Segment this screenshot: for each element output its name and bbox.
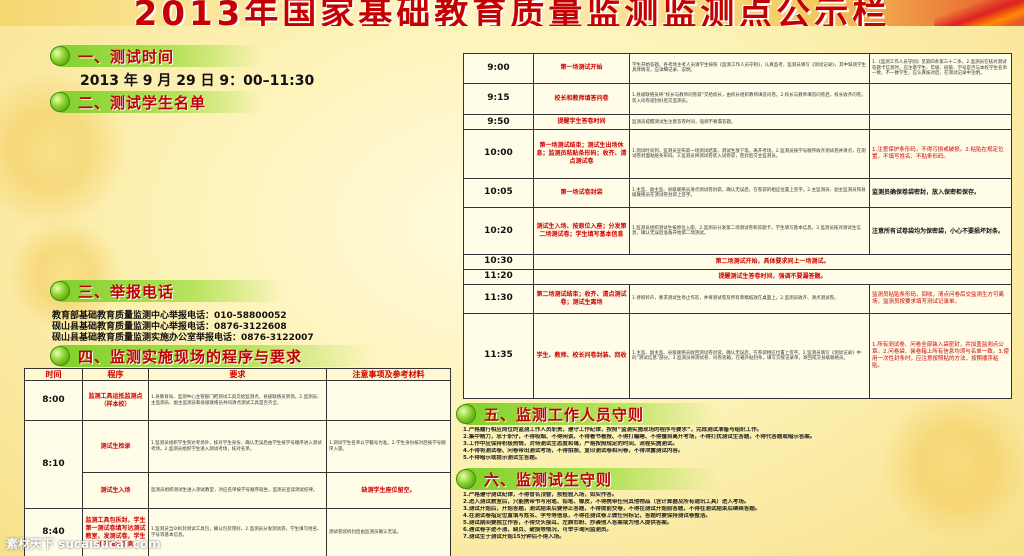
section-heading-hotline: 三、举报电话 (50, 280, 282, 302)
section-heading-procedure: 四、监测实施现场的程序与要求 (50, 345, 372, 367)
section-heading-test-time: 一、测试时间 (50, 45, 262, 67)
table-row: 8:10 测试生检录 1.监测员组织学生到达考场外，核对学生身份，确认无误后由学… (24, 420, 451, 509)
title-banner: 2013年国家基础教育质量监测监测点公示栏 (0, 0, 1024, 26)
page-title: 2013年国家基础教育质量监测监测点公示栏 (133, 0, 891, 26)
list-item: 6.遇试卷字迹不清、缺页、破损等情况，可举手询问监测员。 (463, 527, 612, 533)
table-row: 9:00 第一场测试开始 学生开始答题。各考场主考人员请学生按照《监测工作人员守… (463, 53, 1012, 84)
table-row: 10:30 第二场测试开始，具体要求同上一场测试。 (463, 254, 1012, 270)
list-item: 4.不得将测试卷、问卷带出测试考场，不得拍照、复印测试卷和问卷，不得泄露测试内容… (463, 448, 684, 454)
list-item: 4.在测试卷指定位置填写姓名、学号等信息，不得在测试卷上做任何标记，答题时要保持… (463, 513, 711, 519)
column-header: 要求 (148, 368, 327, 381)
list-item: 1.严格遵守测试纪律，不得冒名顶替，按检验入场，如实作答。 (463, 492, 618, 498)
table-row: 9:15 校长和教师填答问卷 1.县级联络员将“校长与教师问卷袋”交给校长，由校… (463, 82, 1012, 116)
student-rules-list: 1.严格遵守测试纪律，不得冒名顶替，按检验入场，如实作答。 2.进入测试教室后，… (463, 492, 1011, 541)
bullet-icon (456, 404, 476, 424)
procedure-table: 时间 程序 要求 注意事项及参考材料 8:00 监测工具运抵监测点（样本校） 1… (24, 368, 451, 556)
table-row: 10:00 第一场测试结束；测试生出场休息；监测员粘贴条形码；收齐、清点测试卷 … (463, 129, 1012, 179)
list-item: 1.严格履行相应岗位的监测工作人员职责，遵守工作纪律，按照“监测实施现场的程序与… (463, 427, 763, 433)
list-item: 3.测试开始后，开始答题，测试结束后要停止答题，不得提前交卷，不得在测试开始前答… (463, 506, 761, 512)
table-row: 11:30 第二场测试结束；收齐、清点测试卷；测试生离场 1.待响铃声，要求测试… (463, 283, 1012, 315)
column-header: 程序 (82, 368, 149, 381)
hotline-3: 砚山县基础教育质量监测实施办公室举报电话：0876-3122007 (52, 333, 314, 343)
section-heading-staff-rules: 五、监测工作人员守则 (456, 403, 718, 425)
staff-rules-list: 1.严格履行相应岗位的监测工作人员职责，遵守工作纪律，按照“监测实施现场的程序与… (463, 427, 1011, 462)
table-row: 8:00 监测工具运抵监测点（样本校） 1.县教育局、监测中心主管部门把测试工具… (24, 380, 451, 421)
bullet-icon (456, 469, 476, 489)
bullet-icon (50, 281, 70, 301)
list-item: 5.测试期间要独立作答，不得交头接耳、左顾右盼、抄袭他人答案或为他人提供答案。 (463, 520, 673, 526)
list-item: 2.集中精力，忠于职守，不得吸烟、不得闲谈、不得看书看报、不得打瞌睡、不得擅自离… (463, 434, 816, 440)
column-header: 时间 (24, 368, 83, 381)
decorative-swirl (934, 0, 1024, 26)
table-row: 10:05 第一场试卷封袋 1.主监、副主监、县级联络员清点测试卷封袋，确认无误… (463, 177, 1012, 209)
test-time-value: 2013 年 9 月 29 日 9：00–11:30 (80, 73, 315, 89)
list-item: 7.测试生于测试开始15分钟后不得入场。 (463, 534, 565, 540)
schedule-table: 9:00 第一场测试开始 学生开始答题。各考场主考人员请学生按照《监测工作人员守… (463, 53, 1012, 399)
list-item: 5.不得暗示或提示测试生答题。 (463, 455, 541, 461)
table-row: 11:35 学生、教师、校长问卷封装、回收 1.主监、副主监、县级联络员收回测试… (463, 313, 1012, 399)
table-row: 9:50 提醒学生答卷时间 监测员提醒测试生注意答卷时间，强调不要漏答题。 (463, 114, 1012, 131)
column-header: 注意事项及参考材料 (326, 368, 451, 381)
table-row: 测试生入场 监测员组织测试生进入测试教室，对应名单按学号顺序就坐，监测员宣读测试… (25, 472, 451, 509)
watermark: 素材天下 sucaisucai.com (6, 537, 161, 551)
section-heading-student-list: 二、测试学生名单 (50, 91, 262, 113)
table-row: 10:20 测试生入场、按原位入座；分发第二场测试卷；学生填写基本信息 1.监测… (463, 207, 1012, 256)
list-item: 2.进入测试教室后，只能携带书写用笔、铅笔、橡皮，不得携带任何其他物品（含计算器… (463, 499, 750, 505)
table-header-row: 时间 程序 要求 注意事项及参考材料 (24, 368, 451, 381)
section-heading-student-rules: 六、监测试生守则 (456, 468, 718, 490)
table-row: 11:20 提醒测试生答卷时间，强调不要漏答题。 (463, 268, 1012, 285)
bullet-icon (50, 46, 70, 66)
bullet-icon (50, 346, 70, 366)
list-item: 3.工作中应保持积极热情，对待测试生态度和蔼，严格按照规定的时间、流程实施测试。 (463, 441, 678, 447)
bullet-icon (50, 92, 70, 112)
